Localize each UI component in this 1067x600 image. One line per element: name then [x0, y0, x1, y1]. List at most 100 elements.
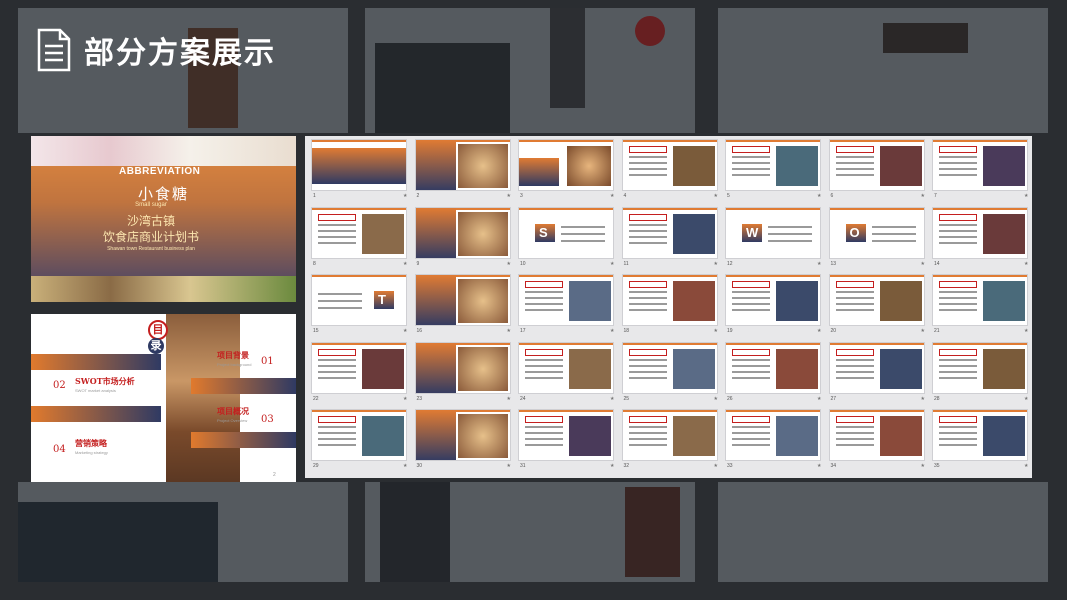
- slide-thumbnail[interactable]: [725, 409, 821, 461]
- toc-item-sub: Project background: [217, 362, 252, 367]
- slide-number: 24: [520, 395, 526, 402]
- slide-thumbnail[interactable]: [518, 341, 614, 394]
- slide-number: 11: [623, 260, 629, 267]
- slide-number: 6: [830, 193, 834, 199]
- slide-marker-icon: ★: [817, 193, 822, 199]
- slide-thumbnail[interactable]: [414, 206, 511, 259]
- slide-thumbnail[interactable]: [414, 139, 511, 191]
- slide-number: 35: [934, 463, 940, 469]
- swot-letter: O: [849, 224, 860, 240]
- toc-item-num: 04: [53, 444, 66, 455]
- food-photo: [166, 314, 240, 482]
- slide-thumbnail[interactable]: [621, 206, 718, 259]
- slide-thumbnail[interactable]: S: [518, 206, 614, 259]
- slide-thumbnail[interactable]: [932, 206, 1028, 259]
- slide-thumbnail[interactable]: [621, 409, 718, 461]
- slide-thumbnail[interactable]: [932, 139, 1028, 191]
- toc-item-title: 项目概况: [217, 406, 249, 416]
- toc-ribbon: [31, 354, 161, 370]
- slide-marker-icon: ★: [403, 395, 408, 402]
- toc-item-sub: Project Overview: [217, 418, 248, 423]
- slide-thumbnail[interactable]: [621, 139, 718, 191]
- slide-thumbnail[interactable]: W: [725, 206, 821, 259]
- toc-item-title: 项目背景: [217, 350, 249, 360]
- slide-thumbnail[interactable]: [621, 274, 718, 326]
- slide-marker-icon: ★: [506, 395, 511, 402]
- cover-title-line1: 沙湾古镇: [126, 214, 175, 228]
- slide-number: 21: [934, 328, 940, 334]
- slide-marker-icon: ★: [1024, 463, 1029, 469]
- slide-marker-icon: ★: [506, 260, 511, 267]
- slide-thumbnail[interactable]: O: [828, 206, 925, 259]
- toc-ribbon: [31, 406, 161, 422]
- slide-marker-icon: ★: [403, 463, 408, 469]
- cover-brand-name-en: Small sugar: [135, 202, 167, 208]
- slide-number: 3: [520, 193, 523, 199]
- slide-thumbnail[interactable]: [311, 139, 407, 191]
- slide-thumbnail[interactable]: [311, 409, 407, 461]
- slide-thumbnail[interactable]: [414, 409, 511, 461]
- slide-thumbnail[interactable]: [518, 139, 614, 191]
- slide-marker-icon: ★: [1024, 395, 1029, 402]
- slide-thumbnail[interactable]: [311, 341, 407, 394]
- slide-thumbnail[interactable]: [621, 341, 718, 394]
- slide-thumbnail[interactable]: [311, 206, 407, 259]
- slide-number: 27: [830, 395, 837, 402]
- slide-thumbnail[interactable]: T: [311, 274, 407, 326]
- slide-number: 4: [623, 193, 627, 199]
- slide-marker-icon: ★: [610, 463, 615, 469]
- slide-marker-icon: ★: [920, 463, 925, 469]
- slide-marker-icon: ★: [1024, 260, 1029, 267]
- slide-thumbnail[interactable]: [414, 341, 511, 394]
- slide-number: 13: [830, 260, 837, 267]
- toc-ribbon: [191, 378, 296, 394]
- slide-marker-icon: ★: [817, 463, 822, 469]
- cover-slide-preview[interactable]: ABBREVIATION 小食糖 Small sugar 沙湾古镇 饮食店商业计…: [31, 136, 296, 302]
- slide-marker-icon: ★: [506, 193, 511, 199]
- swot-letter: W: [746, 224, 759, 240]
- slide-number: 23: [416, 395, 423, 402]
- slide-marker-icon: ★: [403, 260, 408, 267]
- slide-thumbnail-grid: 1 ★ 2 ★ 3 ★ 4 ★ 5 ★ 6 ★ 7 ★ 8 ★ 9 ★ S 10 ★ 11 ★ W 12 ★ O 13 ★ 14 ★ T 15 ★…: [305, 136, 1032, 478]
- slide-thumbnail[interactable]: [828, 139, 925, 191]
- slide-thumbnail[interactable]: [828, 341, 925, 394]
- toc-item-title: SWOT市场分析: [75, 376, 135, 386]
- slide-number: 32: [623, 463, 630, 469]
- toc-lu-badge: 录: [148, 338, 164, 354]
- slide-marker-icon: ★: [920, 193, 925, 199]
- slide-number: 5: [727, 193, 730, 199]
- slide-thumbnail[interactable]: [932, 274, 1028, 326]
- slide-thumbnail[interactable]: [932, 409, 1028, 461]
- slide-marker-icon: ★: [506, 328, 511, 334]
- slide-thumbnail[interactable]: [725, 341, 821, 394]
- slide-thumbnail[interactable]: [725, 274, 821, 326]
- slide-thumbnail[interactable]: [518, 409, 614, 461]
- page-header: 部分方案展示: [36, 28, 276, 72]
- slide-number: 8: [313, 260, 316, 267]
- slide-thumbnail[interactable]: [725, 139, 821, 191]
- slide-number: 30: [416, 463, 423, 469]
- slide-number: 17: [520, 328, 526, 334]
- slide-thumbnail[interactable]: [518, 274, 614, 326]
- slide-number: 14: [934, 260, 940, 267]
- slide-marker-icon: ★: [920, 395, 925, 402]
- slide-thumbnail[interactable]: [828, 409, 925, 461]
- toc-item-sub: SWOT market analysis: [75, 388, 116, 393]
- slide-number: 9: [416, 260, 420, 267]
- fruit-image: [31, 276, 296, 302]
- slide-number: 29: [313, 463, 319, 469]
- swot-letter: S: [539, 224, 548, 240]
- slide-marker-icon: ★: [610, 328, 615, 334]
- swot-letter: T: [378, 292, 386, 307]
- slide-thumbnail[interactable]: [932, 341, 1028, 394]
- slide-marker-icon: ★: [920, 260, 925, 267]
- slide-number: 16: [416, 328, 423, 334]
- toc-slide-preview[interactable]: 目 录 项目背景 Project background 01 SWOT市场分析 …: [31, 314, 296, 482]
- slide-marker-icon: ★: [920, 328, 925, 334]
- slide-marker-icon: ★: [403, 328, 408, 334]
- slide-number: 22: [313, 395, 319, 402]
- slide-number: 1: [313, 193, 316, 199]
- toc-mu-badge: 目: [148, 320, 168, 340]
- slide-thumbnail[interactable]: [828, 274, 925, 326]
- slide-thumbnail[interactable]: [414, 274, 511, 326]
